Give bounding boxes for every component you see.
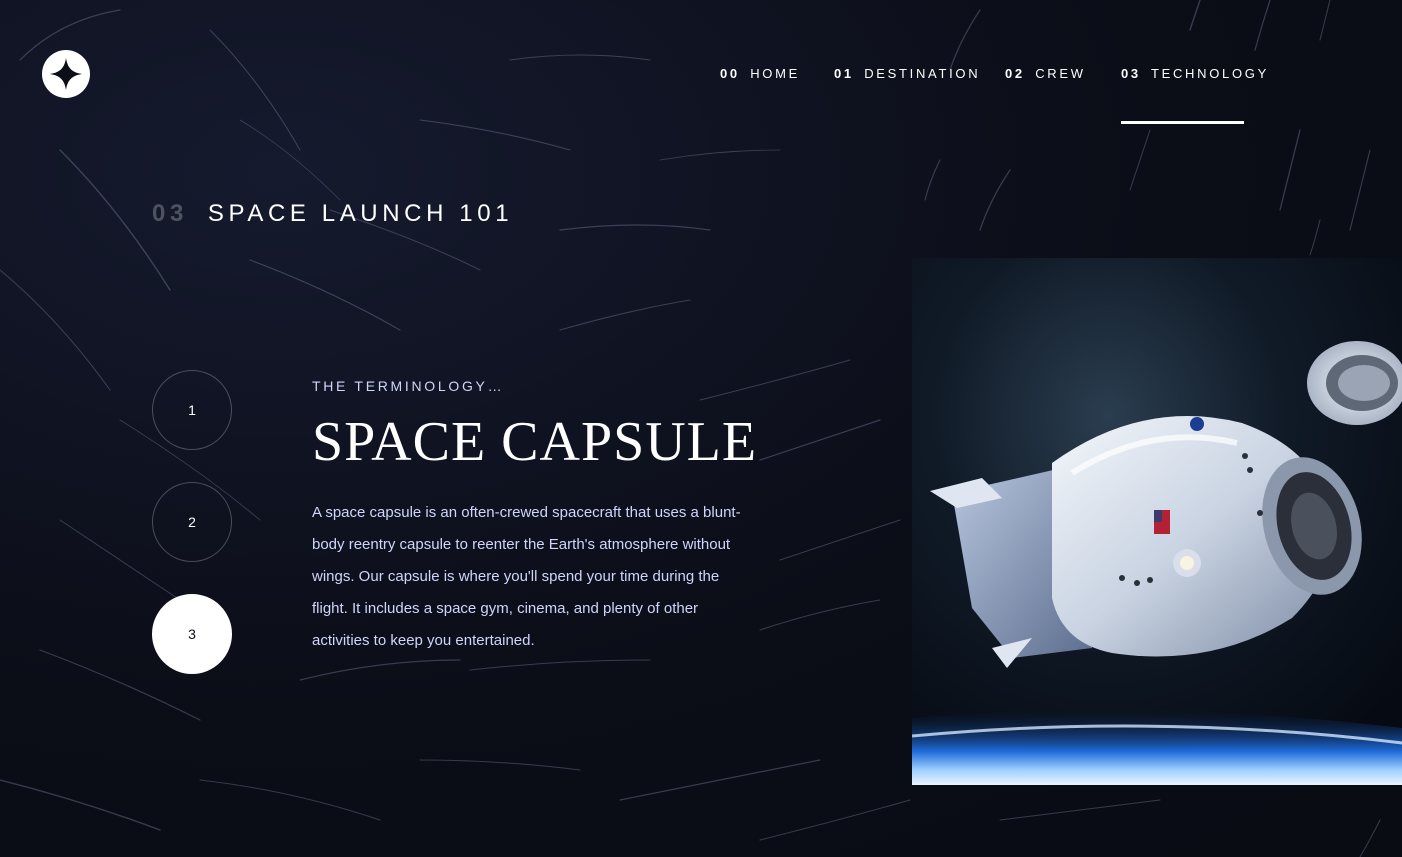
nav-item-label: TECHNOLOGY — [1150, 66, 1269, 81]
step-button-1[interactable]: 1 — [152, 370, 232, 450]
nav-item-label: DESTINATION — [864, 66, 981, 81]
nav-item-number: 02 — [1005, 66, 1025, 81]
nav-item-number: 01 — [834, 66, 854, 81]
page-title-label: SPACE LAUNCH 101 — [207, 200, 514, 227]
technology-page: 00 HOME 01 DESTINATION 02 CREW 03 TECHNO… — [0, 0, 1402, 857]
nav-item-label: CREW — [1035, 66, 1086, 81]
technology-description: A space capsule is an often-crewed space… — [312, 504, 741, 649]
star-logo-icon[interactable] — [42, 50, 90, 98]
step-button-3[interactable]: 3 — [152, 594, 232, 674]
nav-item-home[interactable]: 00 HOME — [720, 66, 800, 124]
nav-item-destination[interactable]: 01 DESTINATION — [834, 66, 980, 124]
primary-nav: 00 HOME 01 DESTINATION 02 CREW 03 TECHNO… — [700, 0, 1402, 124]
nav-item-label: HOME — [750, 66, 800, 81]
nav-item-number: 03 — [1121, 66, 1141, 81]
step-button-2[interactable]: 2 — [152, 482, 232, 562]
nav-item-crew[interactable]: 02 CREW — [1005, 66, 1086, 124]
terminology-eyebrow: THE TERMINOLOGY… — [312, 378, 505, 394]
nav-item-technology[interactable]: 03 TECHNOLOGY — [1121, 66, 1266, 124]
technology-title: SPACE CAPSULE — [312, 411, 758, 473]
page-title: 03 SPACE LAUNCH 101 — [152, 200, 513, 228]
page-title-number: 03 — [152, 200, 188, 227]
space-capsule-image — [912, 258, 1402, 785]
nav-item-number: 00 — [720, 66, 740, 81]
